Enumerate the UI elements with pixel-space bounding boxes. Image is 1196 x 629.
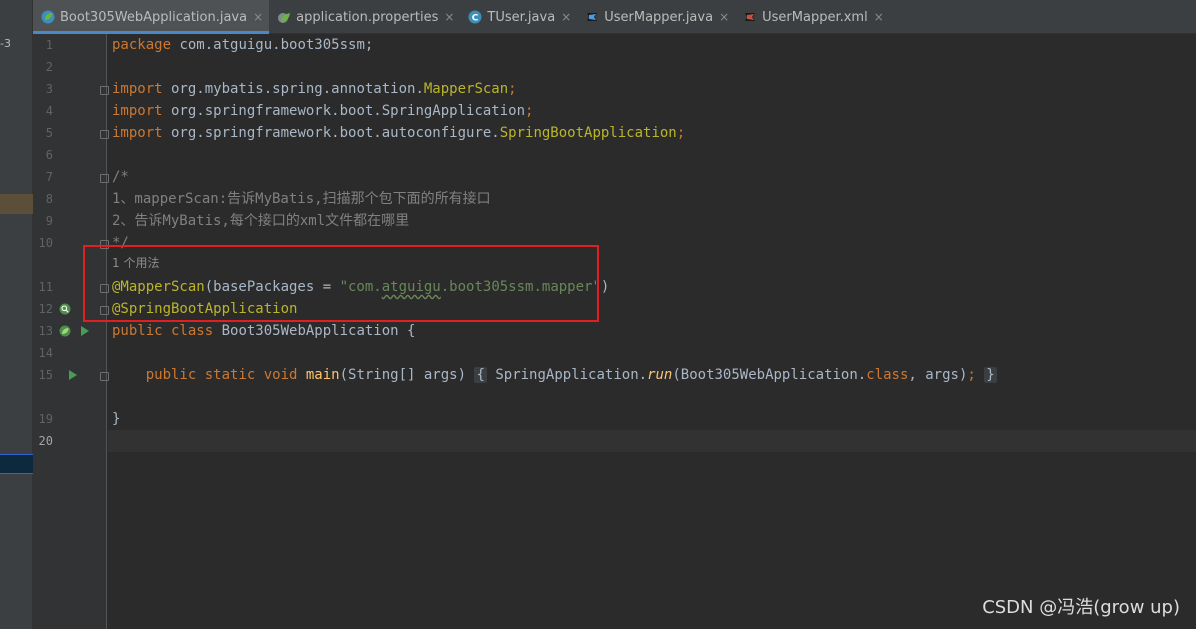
import-class: SpringBootApplication [499, 125, 677, 141]
keyword: import [112, 103, 163, 119]
highlight-annotation-box [83, 245, 599, 322]
code-line-9[interactable]: 2、告诉MyBatis,每个接口的xml文件都在哪里 [112, 210, 409, 232]
spring-class-icon [41, 10, 55, 24]
tab-boot305webapplication-java[interactable]: Boot305WebApplication.java × [33, 0, 270, 34]
close-icon[interactable]: × [253, 10, 263, 24]
run-main-icon[interactable] [69, 370, 77, 380]
line-number: 3 [45, 82, 53, 96]
method-call-args-end: , args) [908, 367, 968, 383]
keyword: class [866, 367, 909, 383]
line-number: 4 [45, 104, 53, 118]
line-number: 20 [38, 434, 53, 448]
code-line-3[interactable]: import org.mybatis.spring.annotation.Map… [112, 78, 517, 100]
close-icon[interactable]: × [719, 10, 729, 24]
method-params: (String[] args) [339, 367, 467, 383]
import-package: org.springframework.boot.SpringApplicati… [162, 103, 526, 119]
line-number: 19 [38, 412, 53, 426]
line-number: 8 [45, 192, 53, 206]
keyword: public class [112, 323, 214, 339]
line-number: 1 [45, 38, 53, 52]
code-line-19[interactable]: } [112, 408, 120, 430]
code-line-13[interactable]: public class Boot305WebApplication { [112, 320, 415, 342]
line-number: 5 [45, 126, 53, 140]
line-number: 2 [45, 60, 53, 74]
line-number: 11 [38, 280, 53, 294]
line-number: 12 [38, 302, 53, 316]
close-icon[interactable]: × [874, 10, 884, 24]
class-declaration: Boot305WebApplication { [213, 323, 416, 339]
method-run: run [647, 367, 673, 383]
method-call: SpringApplication. [486, 367, 648, 383]
folded-brace-open[interactable]: { [474, 367, 487, 383]
project-tree-focused-row[interactable] [0, 454, 33, 474]
svg-text:C: C [472, 14, 479, 24]
import-class: MapperScan [423, 81, 509, 97]
tab-label: TUser.java [487, 9, 556, 25]
tab-tuser-java[interactable]: C TUser.java × [460, 0, 577, 34]
spring-bean-search-icon[interactable] [59, 303, 71, 315]
code-line-7[interactable]: /* [112, 166, 129, 188]
editor-tab-bar: Boot305WebApplication.java × application… [33, 0, 1196, 34]
close-icon[interactable]: × [561, 10, 571, 24]
line-number: 9 [45, 214, 53, 228]
code-line-1[interactable]: package com.atguigu.boot305ssm; [112, 34, 373, 56]
method-name: main [297, 367, 340, 383]
code-line-4[interactable]: import org.springframework.boot.SpringAp… [112, 100, 533, 122]
spring-properties-icon [278, 13, 291, 23]
line-number: 14 [38, 346, 53, 360]
editor-gutter: 1 2 3 4 5 6 7 8 9 10 11 12 13 14 15 19 2… [33, 34, 109, 629]
import-package: org.mybatis.spring.annotation. [162, 81, 424, 97]
tab-usermapper-xml[interactable]: UserMapper.xml × [735, 0, 890, 34]
semicolon: ; [967, 367, 976, 383]
keyword: package [112, 37, 172, 53]
tab-label: Boot305WebApplication.java [60, 9, 248, 25]
close-icon[interactable]: × [444, 10, 454, 24]
semicolon: ; [676, 125, 686, 141]
tab-label: UserMapper.xml [762, 9, 868, 25]
folded-brace-close[interactable]: } [984, 367, 997, 383]
semicolon: ; [525, 103, 534, 119]
keyword: import [112, 125, 163, 141]
mybatis-xml-icon [745, 13, 756, 21]
line-number: 10 [38, 236, 53, 250]
project-panel-strip: -3 [0, 0, 33, 629]
import-package: org.springframework.boot.autoconfigure. [162, 125, 500, 141]
semicolon: ; [508, 81, 517, 97]
package-name: com.atguigu.boot305ssm; [171, 37, 374, 53]
tab-label: UserMapper.java [604, 9, 714, 25]
method-call-args: (Boot305WebApplication. [672, 367, 867, 383]
code-line-5[interactable]: import org.springframework.boot.autoconf… [112, 122, 685, 144]
run-class-icon[interactable] [81, 326, 89, 336]
line-number: 6 [45, 148, 53, 162]
paren-close: ) [600, 279, 610, 295]
watermark: CSDN @冯浩(grow up) [982, 597, 1180, 618]
spring-bean-icon[interactable] [59, 325, 71, 337]
project-tree-selected-row[interactable] [0, 194, 33, 214]
keyword: public static void [145, 367, 298, 383]
line-number: 15 [38, 368, 53, 382]
tab-label: application.properties [296, 9, 439, 25]
code-line-8[interactable]: 1、mapperScan:告诉MyBatis,扫描那个包下面的所有接口 [112, 188, 491, 210]
class-icon: C [468, 10, 482, 24]
mybatis-mapper-icon [587, 13, 598, 21]
tab-application-properties[interactable]: application.properties × [269, 0, 460, 34]
code-line-15[interactable]: public static void main(String[] args) {… [112, 364, 997, 386]
line-number: 13 [38, 324, 53, 338]
current-line-highlight [108, 430, 1196, 452]
project-strip-text: -3 [0, 37, 11, 50]
tab-usermapper-java[interactable]: UserMapper.java × [577, 0, 735, 34]
code-editor[interactable]: package com.atguigu.boot305ssm; import o… [108, 34, 1196, 629]
keyword: import [112, 81, 163, 97]
line-number: 7 [45, 170, 53, 184]
